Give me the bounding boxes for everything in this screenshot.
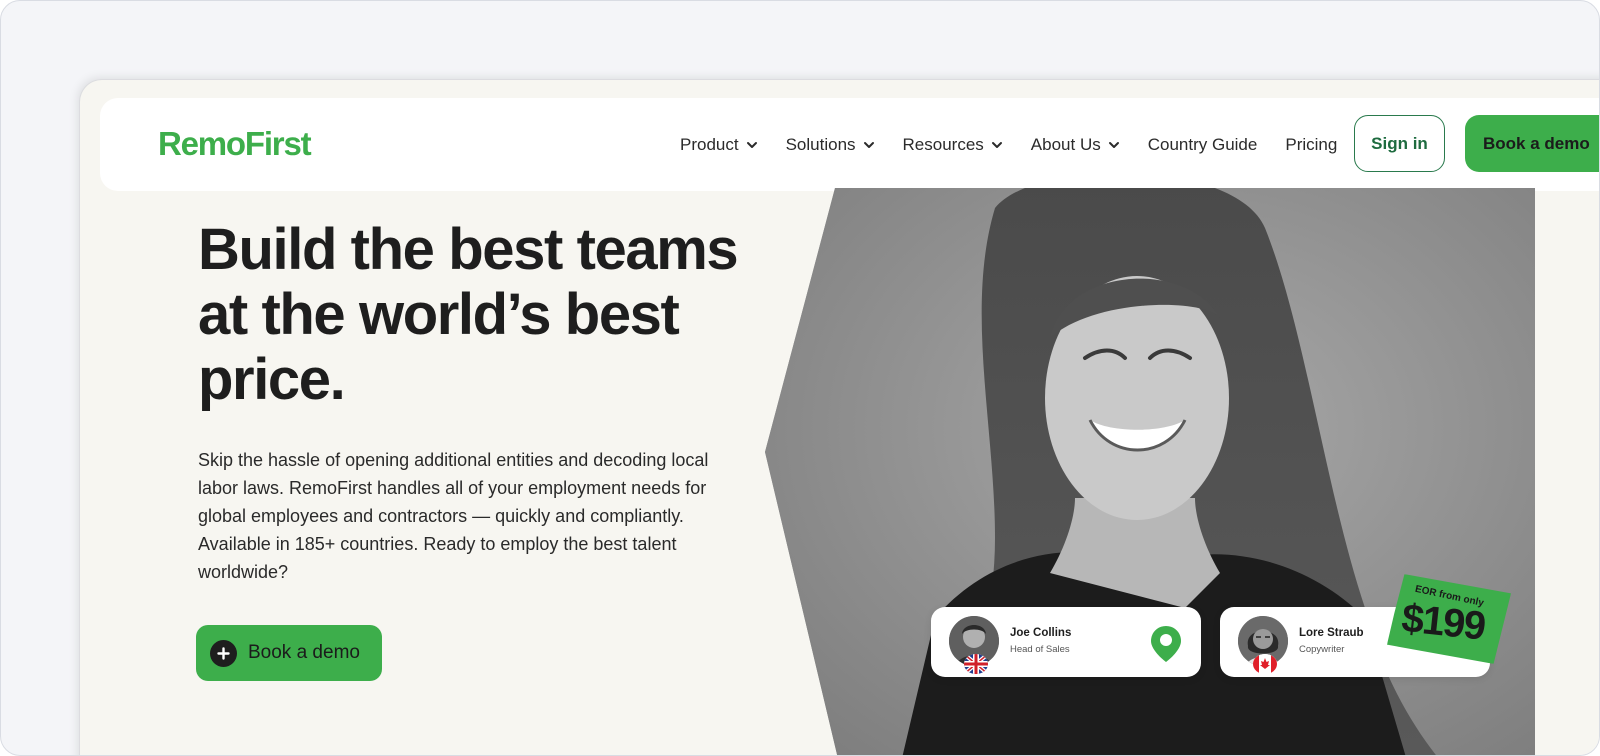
remofirst-logo[interactable]: RemoFirst — [158, 125, 312, 163]
hero-title: Build the best teams at the world’s best… — [198, 217, 739, 412]
nav-menu: Product Solutions Resources About Us Cou… — [680, 98, 1365, 191]
nav-item-label: About Us — [1030, 134, 1101, 154]
chevron-down-icon — [1108, 141, 1119, 148]
hero-book-demo-button[interactable]: Book a demo — [196, 625, 382, 681]
hero-description: Skip the hassle of opening additional en… — [198, 450, 709, 582]
nav-item-label: Pricing — [1285, 134, 1338, 154]
profile-name: Joe Collins — [1010, 627, 1072, 639]
hero-cta-label: Book a demo — [248, 642, 360, 663]
nav-item-pricing[interactable]: Pricing — [1285, 135, 1337, 155]
screenshot-frame: RemoFirst Product Solutions Resources Ab… — [0, 0, 1600, 756]
chevron-down-icon — [746, 141, 757, 148]
nav-item-label: Resources — [902, 134, 984, 154]
nav-item-product[interactable]: Product — [680, 135, 758, 155]
profile-name: Lore Straub — [1299, 627, 1364, 639]
price-badge-amount: $199 — [1399, 596, 1487, 649]
uk-flag-icon — [964, 654, 988, 674]
browser-window: RemoFirst Product Solutions Resources Ab… — [80, 80, 1599, 755]
nav-item-country-guide[interactable]: Country Guide — [1148, 135, 1258, 155]
nav-item-resources[interactable]: Resources — [903, 135, 1003, 155]
profile-role: Head of Sales — [1010, 644, 1070, 655]
nav-book-demo-button[interactable]: Book a demo — [1465, 115, 1599, 172]
location-pin-icon — [1151, 626, 1181, 662]
nav-item-solutions[interactable]: Solutions — [786, 135, 875, 155]
nav-item-label: Country Guide — [1147, 134, 1258, 154]
profile-card-joe-collins: Joe Collins Head of Sales — [931, 607, 1201, 677]
nav-item-about-us[interactable]: About Us — [1031, 135, 1120, 155]
plus-circle-icon — [210, 639, 237, 667]
sign-in-button[interactable]: Sign in — [1354, 115, 1445, 172]
canada-flag-icon — [1253, 654, 1277, 674]
nav-item-label: Solutions — [785, 134, 856, 154]
profile-role: Copywriter — [1299, 644, 1345, 655]
top-navbar: RemoFirst Product Solutions Resources Ab… — [100, 98, 1599, 191]
nav-item-label: Product — [680, 134, 739, 154]
chevron-down-icon — [991, 141, 1002, 148]
chevron-down-icon — [863, 141, 874, 148]
